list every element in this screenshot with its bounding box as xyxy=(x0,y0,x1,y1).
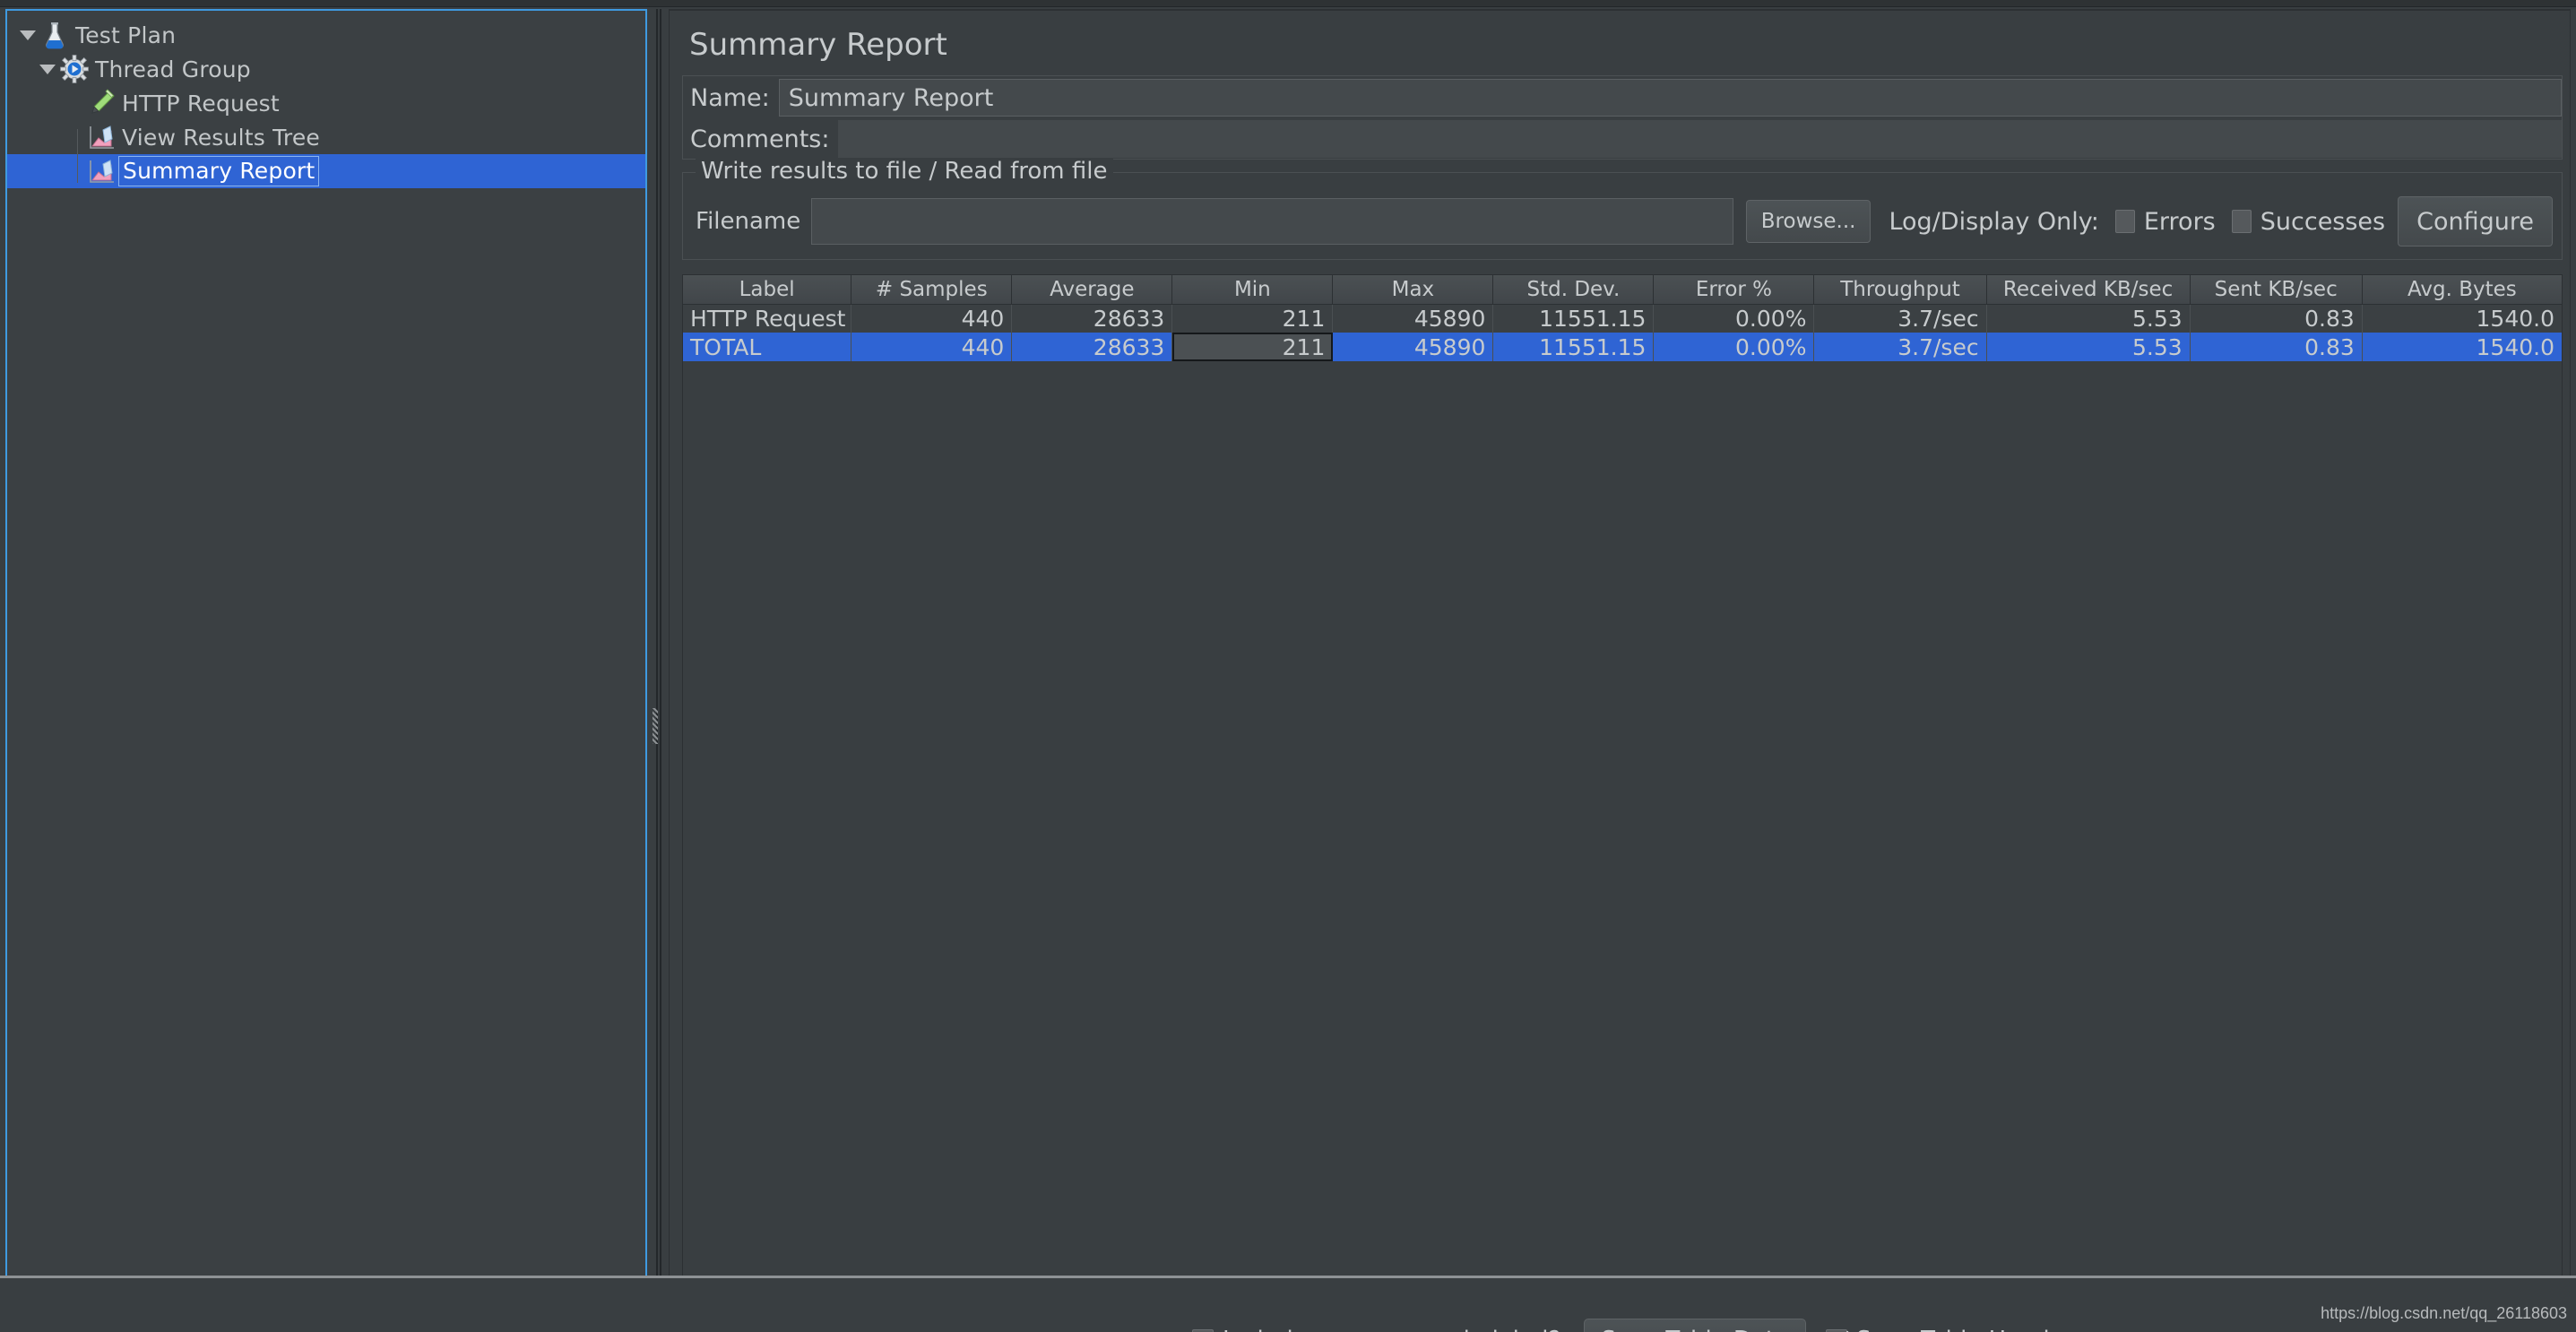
cell-throughput: 3.7/sec xyxy=(1813,304,1987,333)
name-row: Name: xyxy=(683,76,2562,119)
cell-received-kb-sec: 5.53 xyxy=(1986,304,2191,333)
cell-sent-kb-sec: 0.83 xyxy=(2190,333,2363,361)
chart-icon xyxy=(86,156,117,186)
cell-label: TOTAL xyxy=(683,333,852,361)
cell-avg-bytes: 1540.0 xyxy=(2362,333,2562,361)
tree-item-thread-group[interactable]: Thread Group xyxy=(7,52,645,86)
tree-item-label: Thread Group xyxy=(95,56,251,82)
jmeter-window: Test Plan Thread Group HTTP Request View… xyxy=(0,0,2576,1332)
include-group-name-label: Include group name in label? xyxy=(1223,1327,1560,1332)
tree-list: Test Plan Thread Group HTTP Request View… xyxy=(7,11,645,188)
table-row[interactable]: HTTP Request 440 28633 211 45890 11551.1… xyxy=(683,304,2562,333)
cell-error-pct: 0.00% xyxy=(1653,333,1815,361)
gear-icon xyxy=(59,54,90,84)
cell-samples: 440 xyxy=(851,304,1013,333)
column-header-max[interactable]: Max xyxy=(1332,275,1494,305)
column-header-average[interactable]: Average xyxy=(1011,275,1173,305)
tree-item-summary-report[interactable]: Summary Report xyxy=(7,154,645,188)
column-header-std-dev[interactable]: Std. Dev. xyxy=(1492,275,1655,305)
cell-min: 211 xyxy=(1171,304,1334,333)
save-table-header-label: Save Table Header xyxy=(1856,1327,2073,1332)
flask-icon xyxy=(39,20,70,50)
splitter-line-left xyxy=(656,9,658,1323)
tree-item-http-request[interactable]: HTTP Request xyxy=(7,86,645,120)
column-header-throughput[interactable]: Throughput xyxy=(1813,275,1987,305)
splitter-grip-handle[interactable] xyxy=(653,708,658,744)
summary-report-table: Label # Samples Average Min Max Std. Dev… xyxy=(683,275,2562,361)
cell-average: 28633 xyxy=(1011,333,1173,361)
tree-item-label: HTTP Request xyxy=(122,90,280,117)
cell-throughput: 3.7/sec xyxy=(1813,333,1987,361)
column-header-samples[interactable]: # Samples xyxy=(851,275,1013,305)
cell-avg-bytes: 1540.0 xyxy=(2362,304,2562,333)
summary-report-panel: Summary Report Name: Comments: Write res… xyxy=(669,9,2571,1323)
filename-row: Filename Browse... Log/Display Only: Err… xyxy=(692,196,2553,247)
save-table-data-button[interactable]: Save Table Data xyxy=(1584,1319,1807,1332)
chevron-down-icon[interactable] xyxy=(16,18,39,52)
column-header-received-kb-sec[interactable]: Received KB/sec xyxy=(1986,275,2191,305)
tree-item-test-plan[interactable]: Test Plan xyxy=(7,18,645,52)
tree-guide-line xyxy=(77,129,78,183)
chart-icon xyxy=(86,122,117,152)
name-comments-box: Name: Comments: xyxy=(682,75,2563,160)
panel-splitter[interactable] xyxy=(649,9,661,1323)
cell-max: 45890 xyxy=(1332,333,1494,361)
tree-item-label: Test Plan xyxy=(75,22,177,48)
cell-max: 45890 xyxy=(1332,304,1494,333)
errors-checkbox[interactable] xyxy=(2114,210,2135,233)
cell-label: HTTP Request xyxy=(683,304,852,333)
column-header-avg-bytes[interactable]: Avg. Bytes xyxy=(2362,275,2562,305)
tree-item-view-results-tree[interactable]: View Results Tree xyxy=(7,120,645,154)
pencil-icon xyxy=(86,88,117,118)
bottom-controls: Include group name in label? Save Table … xyxy=(1192,1318,2096,1332)
log-display-only-label: Log/Display Only: xyxy=(1889,207,2099,236)
watermark: https://blog.csdn.net/qq_26118603 xyxy=(2321,1304,2567,1322)
cell-average: 28633 xyxy=(1011,304,1173,333)
fieldset-legend: Write results to file / Read from file xyxy=(696,158,1113,185)
column-header-sent-kb-sec[interactable]: Sent KB/sec xyxy=(2190,275,2363,305)
successes-label: Successes xyxy=(2260,207,2386,236)
tree-item-label: View Results Tree xyxy=(122,124,320,151)
write-results-fieldset: Write results to file / Read from file F… xyxy=(682,158,2563,260)
comments-row: Comments: xyxy=(683,119,2562,159)
successes-checkbox[interactable] xyxy=(2231,210,2252,233)
filename-input[interactable] xyxy=(811,198,1733,245)
test-plan-tree-panel[interactable]: Test Plan Thread Group HTTP Request View… xyxy=(5,9,647,1323)
configure-button[interactable]: Configure xyxy=(2398,196,2553,247)
column-header-label[interactable]: Label xyxy=(683,275,852,305)
table-row[interactable]: TOTAL 440 28633 211 45890 11551.15 0.00%… xyxy=(683,333,2562,361)
window-top-strip xyxy=(0,0,2576,7)
summary-report-table-container[interactable]: Label # Samples Average Min Max Std. Dev… xyxy=(682,274,2563,1322)
page-title: Summary Report xyxy=(689,27,947,63)
filename-label: Filename xyxy=(696,208,801,235)
browse-button[interactable]: Browse... xyxy=(1745,200,1871,243)
cell-sent-kb-sec: 0.83 xyxy=(2190,304,2363,333)
cell-error-pct: 0.00% xyxy=(1653,304,1815,333)
cell-std-dev: 11551.15 xyxy=(1492,304,1655,333)
splitter-line-right xyxy=(660,9,661,1323)
name-label: Name: xyxy=(690,83,770,112)
cell-samples: 440 xyxy=(851,333,1013,361)
column-header-error-pct[interactable]: Error % xyxy=(1653,275,1815,305)
cell-min[interactable]: 211 xyxy=(1171,333,1334,361)
comments-input[interactable] xyxy=(838,120,2562,158)
comments-label: Comments: xyxy=(690,125,830,153)
cell-received-kb-sec: 5.53 xyxy=(1986,333,2191,361)
tree-item-label: Summary Report xyxy=(118,156,320,186)
cell-std-dev: 11551.15 xyxy=(1492,333,1655,361)
column-header-min[interactable]: Min xyxy=(1171,275,1334,305)
errors-label: Errors xyxy=(2143,207,2216,236)
name-input[interactable] xyxy=(778,79,2562,117)
table-header-row: Label # Samples Average Min Max Std. Dev… xyxy=(683,275,2562,305)
chevron-down-icon[interactable] xyxy=(36,52,59,86)
